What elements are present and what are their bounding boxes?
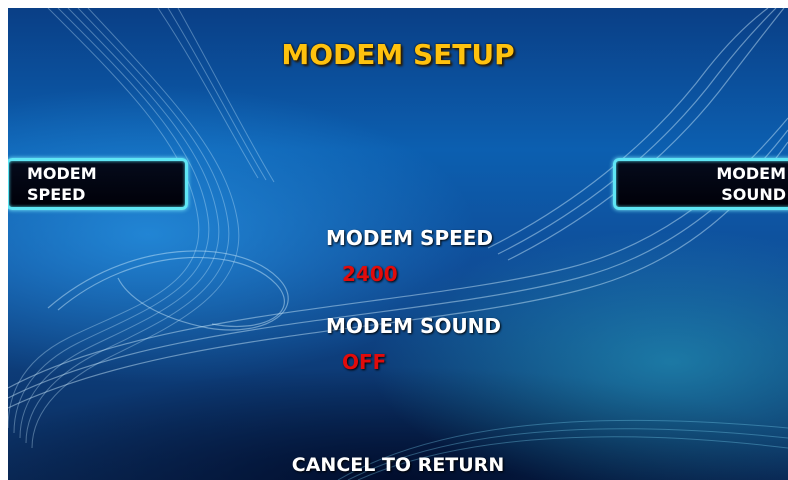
cancel-instruction: CANCEL TO RETURN — [291, 454, 505, 476]
softkey-label-line1: MODEM — [716, 164, 786, 183]
modem-sound-label: MODEM SOUND — [326, 314, 502, 338]
softkey-label-line2: SOUND — [721, 185, 786, 204]
softkey-label-line2: SPEED — [27, 185, 86, 204]
modem-sound-value: OFF — [342, 350, 387, 374]
modem-speed-softkey[interactable]: MODEM SPEED — [8, 158, 188, 210]
modem-sound-softkey[interactable]: MODEM SOUND — [613, 158, 788, 210]
modem-speed-value: 2400 — [342, 262, 398, 286]
softkey-label-line1: MODEM — [27, 164, 97, 183]
modem-speed-label: MODEM SPEED — [326, 226, 494, 250]
screen-title: MODEM SETUP — [281, 38, 515, 71]
atm-screen: MODEM SETUP MODEM SPEED MODEM SOUND MODE… — [8, 8, 788, 480]
